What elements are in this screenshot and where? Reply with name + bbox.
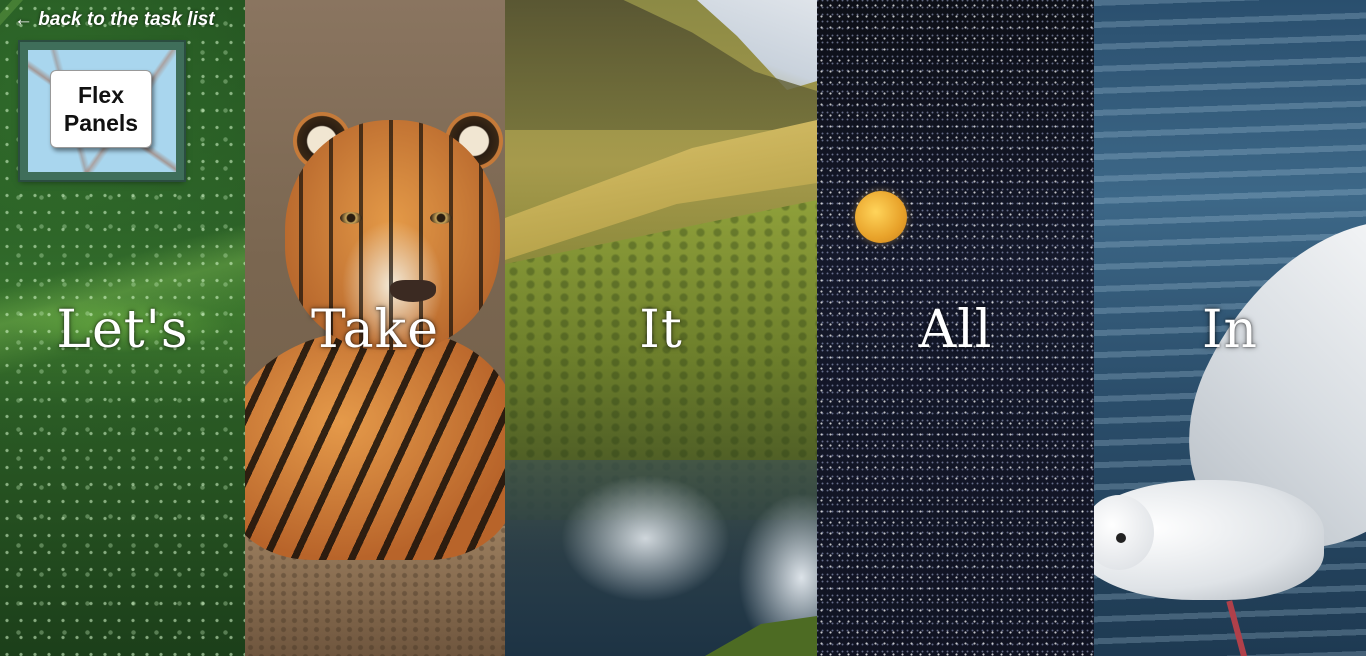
tiger-body (245, 330, 505, 560)
flex-panels-container: Let's Take It All In ← back to the task … (0, 0, 1366, 656)
panel-5[interactable]: In (1094, 0, 1366, 656)
panel-word-2: Take (311, 300, 439, 360)
back-to-task-list-link[interactable]: ← back to the task list (14, 9, 215, 31)
page-title: Flex Panels (56, 81, 146, 137)
title-card: Flex Panels (50, 70, 152, 148)
panel-word-3: It (639, 300, 683, 360)
seagull-eye (1116, 533, 1126, 543)
moon (855, 191, 907, 243)
seagull-leg (1226, 600, 1248, 656)
title-line-2: Panels (63, 110, 139, 136)
panel-word-1: Let's (56, 300, 189, 360)
tiger-left-eye (340, 212, 362, 224)
panel-word-5: In (1201, 300, 1259, 360)
title-line-1: Flex (77, 82, 125, 108)
panel-3[interactable]: It (505, 0, 817, 656)
title-frame: Flex Panels (20, 42, 184, 180)
tiger-nose (390, 280, 436, 302)
panel-2[interactable]: Take (245, 0, 505, 656)
panel-word-4: All (918, 300, 993, 360)
tiger-right-eye (430, 212, 452, 224)
panel-4[interactable]: All (817, 0, 1094, 656)
